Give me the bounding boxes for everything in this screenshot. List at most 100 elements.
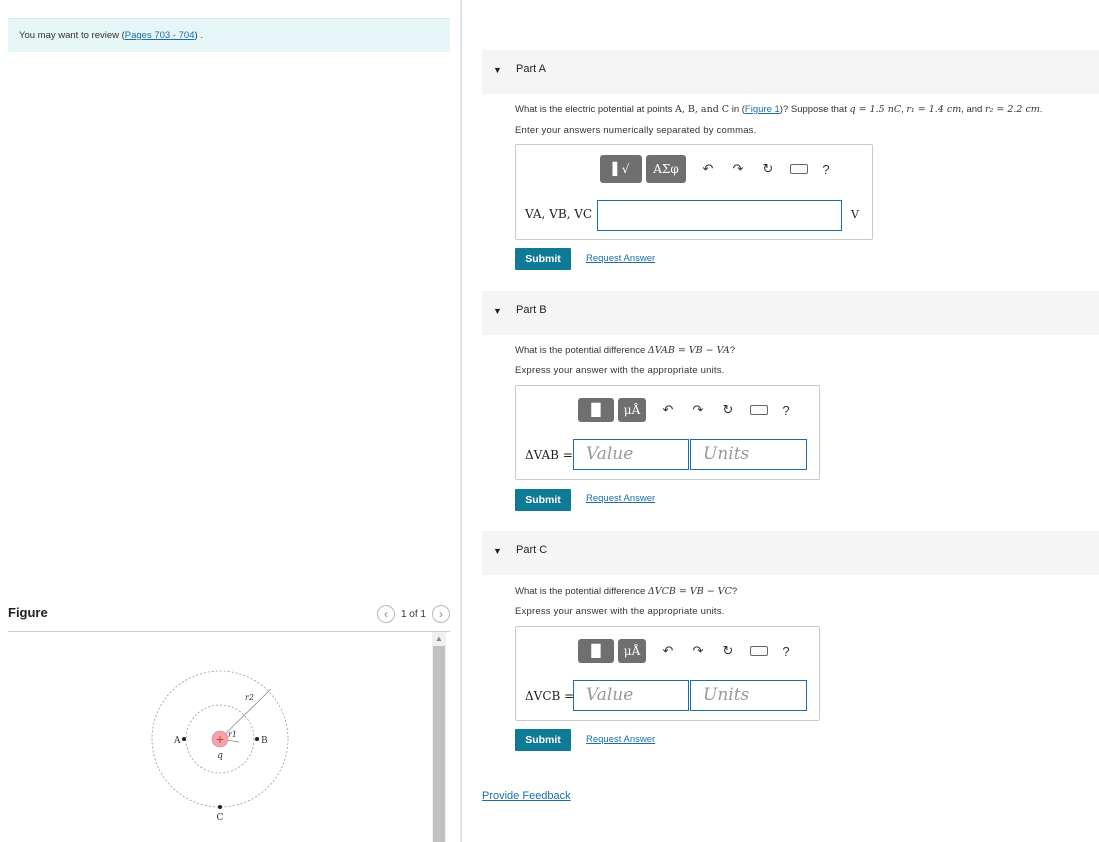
part-c-expression: ΔVCB = VB − VC <box>647 586 732 597</box>
part-b-answer-box: ▐▌ μÅ ↶ ↷ ↻ ? ΔVAB = Value Units <box>515 385 820 480</box>
figure-counter: 1 of 1 <box>400 608 426 620</box>
review-suffix: ) . <box>194 30 203 41</box>
reset-icon[interactable]: ↻ <box>716 402 740 418</box>
b-label: B <box>261 736 268 746</box>
r2-label: r2 <box>245 693 254 702</box>
part-a-end: . <box>1039 104 1043 115</box>
part-a-answer-box: ▌√ ΑΣφ ↶ ↷ ↻ ? VA, VB, VC = V <box>515 144 873 240</box>
r1-label: r1 <box>228 730 237 739</box>
part-b-submit-button[interactable]: Submit <box>515 489 571 511</box>
c-label: C <box>217 813 224 823</box>
r2-value: r₂ = 2.2 cm <box>984 104 1040 115</box>
point-c <box>218 805 222 809</box>
figure-scrollbar[interactable]: ▲ <box>432 632 446 842</box>
redo-icon[interactable]: ↷ <box>686 643 710 659</box>
next-figure-button[interactable]: › <box>432 605 450 623</box>
figure-title: Figure <box>8 605 48 620</box>
part-c-question-end: ? <box>731 586 738 597</box>
part-a-submit-button[interactable]: Submit <box>515 248 571 270</box>
part-b-question-end: ? <box>729 345 736 356</box>
r1-value: r₁ = 1.4 cm <box>906 104 962 115</box>
part-a-question: What is the electric potential at points… <box>515 104 1043 115</box>
redo-icon[interactable]: ↷ <box>686 402 710 418</box>
part-a-points: A, B, and C <box>675 104 730 115</box>
part-b-header[interactable]: ▼ Part B <box>482 291 1099 335</box>
a-label: A <box>173 736 181 746</box>
scroll-up-icon[interactable]: ▲ <box>434 634 444 644</box>
redo-icon[interactable]: ↷ <box>726 161 750 177</box>
part-a-instruction: Enter your answers numerically separated… <box>515 125 757 136</box>
collapse-triangle-icon[interactable]: ▼ <box>493 546 502 556</box>
part-b-value-input[interactable]: Value <box>573 439 689 470</box>
part-c-value-input[interactable]: Value <box>573 680 689 711</box>
templates-button[interactable]: ▌√ <box>600 155 642 183</box>
greek-symbols-button[interactable]: ΑΣφ <box>646 155 686 183</box>
part-c-answer-label: ΔVCB = <box>525 689 575 703</box>
part-a-toolbar: ▌√ ΑΣφ ↶ ↷ ↻ ? <box>600 155 838 183</box>
part-b-expression: ΔVAB = VB − VA <box>647 345 730 356</box>
part-a-request-answer-link[interactable]: Request Answer <box>586 253 655 264</box>
part-b-question-text: What is the potential difference <box>515 345 648 356</box>
part-c-toolbar: ▐▌ μÅ ↶ ↷ ↻ ? <box>578 639 798 663</box>
review-text: You may want to review ( <box>19 30 125 41</box>
part-a-question-mid: in ( <box>729 104 745 115</box>
units-button[interactable]: μÅ <box>618 398 646 422</box>
provide-feedback-link[interactable]: Provide Feedback <box>482 790 571 802</box>
part-c-submit-button[interactable]: Submit <box>515 729 571 751</box>
part-b-answer-label: ΔVAB = <box>525 448 573 462</box>
units-button[interactable]: μÅ <box>618 639 646 663</box>
scroll-thumb[interactable] <box>433 646 445 842</box>
part-c-units-input[interactable]: Units <box>690 680 807 711</box>
help-icon[interactable]: ? <box>814 162 838 177</box>
part-c-question-text: What is the potential difference <box>515 586 648 597</box>
part-b-question: What is the potential difference ΔVAB = … <box>515 345 735 356</box>
reset-icon[interactable]: ↻ <box>756 161 780 177</box>
part-c-question: What is the potential difference ΔVCB = … <box>515 586 737 597</box>
review-pages-link[interactable]: Pages 703 - 704 <box>125 30 195 41</box>
part-a-header[interactable]: ▼ Part A <box>482 50 1099 94</box>
help-icon[interactable]: ? <box>774 644 798 659</box>
undo-icon[interactable]: ↶ <box>656 402 680 418</box>
keyboard-icon[interactable] <box>750 405 768 415</box>
part-a-title: Part A <box>516 63 546 75</box>
part-a-answer-input[interactable] <box>597 200 842 231</box>
part-c-request-answer-link[interactable]: Request Answer <box>586 734 655 745</box>
part-a-unit: V <box>851 208 859 221</box>
keyboard-icon[interactable] <box>790 164 808 174</box>
q-label: q <box>217 751 223 761</box>
figure-header: Figure ‹ 1 of 1 › <box>8 600 450 632</box>
keyboard-icon[interactable] <box>750 646 768 656</box>
part-c-header[interactable]: ▼ Part C <box>482 531 1099 575</box>
part-b-toolbar: ▐▌ μÅ ↶ ↷ ↻ ? <box>578 398 798 422</box>
collapse-triangle-icon[interactable]: ▼ <box>493 306 502 316</box>
part-c-title: Part C <box>516 544 548 556</box>
point-b <box>255 737 259 741</box>
charge-diagram: + q r2 r1 A B C <box>151 670 289 823</box>
review-banner: You may want to review (Pages 703 - 704)… <box>8 18 450 52</box>
figure-diagram: + q r2 r1 A B C <box>140 660 300 830</box>
figure-link[interactable]: Figure 1 <box>745 104 780 115</box>
fraction-template-button[interactable]: ▐▌ <box>578 639 614 663</box>
collapse-triangle-icon[interactable]: ▼ <box>493 65 502 75</box>
column-divider <box>460 0 462 842</box>
part-a-and: , and <box>961 104 985 115</box>
prev-figure-button[interactable]: ‹ <box>376 605 395 623</box>
figure-nav: ‹ 1 of 1 › <box>376 605 450 623</box>
fraction-template-button[interactable]: ▐▌ <box>578 398 614 422</box>
part-a-question-post: )? Suppose that <box>779 104 850 115</box>
part-b-title: Part B <box>516 304 547 316</box>
undo-icon[interactable]: ↶ <box>696 161 720 177</box>
reset-icon[interactable]: ↻ <box>716 643 740 659</box>
part-b-units-input[interactable]: Units <box>690 439 807 470</box>
part-c-answer-box: ▐▌ μÅ ↶ ↷ ↻ ? ΔVCB = Value Units <box>515 626 820 721</box>
help-icon[interactable]: ? <box>774 403 798 418</box>
undo-icon[interactable]: ↶ <box>656 643 680 659</box>
part-a-answer-label: VA, VB, VC = <box>525 207 606 221</box>
point-a <box>182 737 186 741</box>
part-c-instruction: Express your answer with the appropriate… <box>515 606 725 617</box>
part-b-instruction: Express your answer with the appropriate… <box>515 365 725 376</box>
q-value: q = 1.5 nC <box>849 104 902 115</box>
part-a-question-text: What is the electric potential at points <box>515 104 675 115</box>
plus-sign: + <box>215 733 224 746</box>
part-b-request-answer-link[interactable]: Request Answer <box>586 493 655 504</box>
